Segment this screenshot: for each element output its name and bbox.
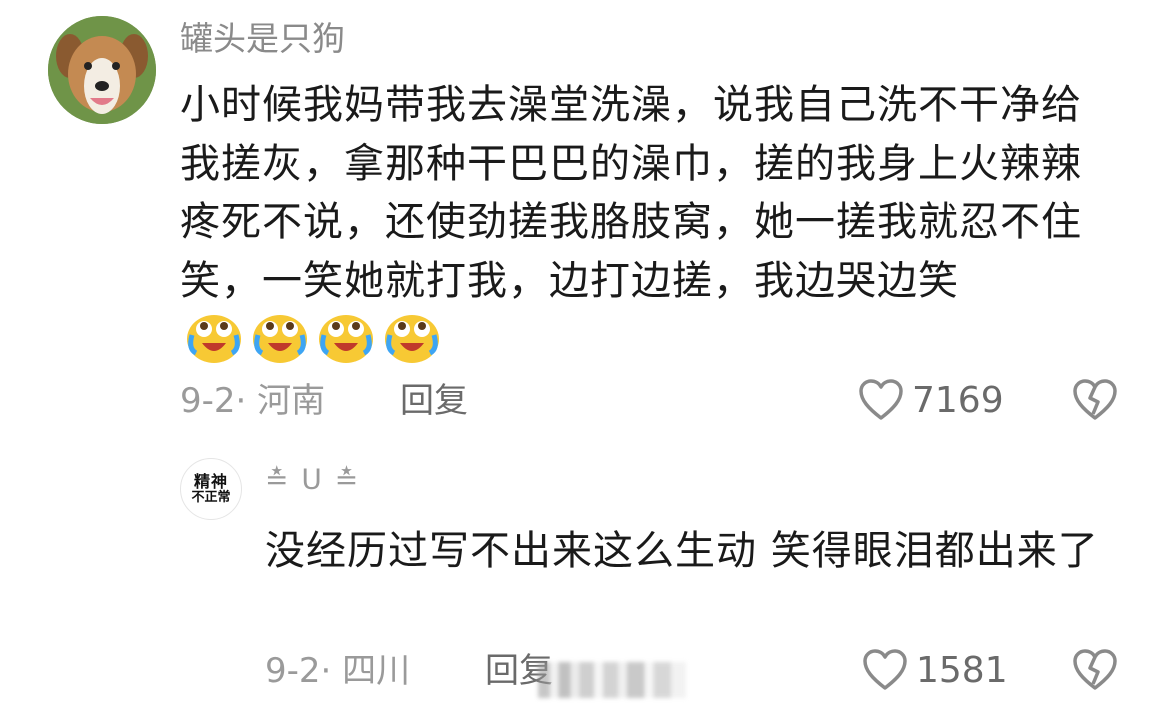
heart-outline-icon bbox=[858, 378, 904, 422]
reply-username[interactable]: ≛ ᑌ ≛ bbox=[265, 466, 360, 494]
crying-laughing-emoji-icon bbox=[316, 309, 376, 365]
comment-body: 小时候我妈带我去澡堂洗澡，说我自己洗不干净给我搓灰，拿那种干巴巴的澡巾，搓的我身… bbox=[180, 76, 1100, 369]
comment-date-location: 9-2· 河南 bbox=[180, 381, 326, 421]
reply-button[interactable]: 回复 bbox=[400, 384, 468, 418]
reply-like-button[interactable]: 1581 bbox=[862, 648, 1008, 692]
comment-username[interactable]: 罐头是只狗 bbox=[180, 22, 345, 55]
crying-laughing-emoji-icon bbox=[184, 309, 244, 365]
broken-heart-icon bbox=[1073, 649, 1117, 690]
avatar-text-line1: 精神 bbox=[193, 471, 228, 491]
watermark-blur bbox=[538, 662, 686, 698]
dog-avatar-image bbox=[48, 16, 156, 124]
crying-laughing-emoji-icon bbox=[382, 309, 442, 365]
user-avatar[interactable] bbox=[48, 16, 156, 124]
reply-user-avatar[interactable]: 精神 不正常 bbox=[180, 458, 242, 520]
reply-date-location: 9-2· 四川 bbox=[265, 651, 411, 691]
comment-text: 小时候我妈带我去澡堂洗澡，说我自己洗不干净给我搓灰，拿那种干巴巴的澡巾，搓的我身… bbox=[180, 82, 1082, 304]
crying-laughing-emoji-icon bbox=[250, 309, 310, 365]
emoji-group bbox=[184, 309, 442, 365]
avatar-text-line2: 不正常 bbox=[191, 489, 231, 505]
broken-heart-icon bbox=[1073, 379, 1117, 420]
reply-like-count: 1581 bbox=[916, 649, 1008, 691]
reply-dislike-button[interactable] bbox=[1072, 648, 1118, 692]
dislike-button[interactable] bbox=[1072, 378, 1118, 422]
heart-outline-icon bbox=[862, 648, 908, 692]
reply-text: 没经历过写不出来这么生动 笑得眼泪都出来了 bbox=[265, 528, 1099, 574]
like-count: 7169 bbox=[912, 379, 1004, 421]
like-button[interactable]: 7169 bbox=[858, 378, 1004, 422]
